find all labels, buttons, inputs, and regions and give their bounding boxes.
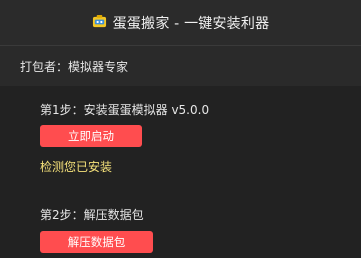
packer-label: 打包者：模拟器专家 [20, 59, 129, 74]
step-1-label: 第1步：安装蛋蛋模拟器 v5.0.0 [40, 103, 210, 117]
launch-now-button[interactable]: 立即启动 [40, 125, 142, 147]
extract-data-button[interactable]: 解压数据包 [40, 231, 153, 253]
step-2-label: 第2步：解压数据包 [40, 208, 144, 222]
install-status-text: 检测您已安装 [40, 160, 113, 174]
app-logo-icon [92, 14, 106, 28]
window-title: 蛋蛋搬家 - 一键安装利器 [112, 15, 270, 32]
title-bar: 蛋蛋搬家 - 一键安装利器 [0, 0, 361, 45]
packer-info-row: 打包者：模拟器专家 [0, 46, 361, 86]
